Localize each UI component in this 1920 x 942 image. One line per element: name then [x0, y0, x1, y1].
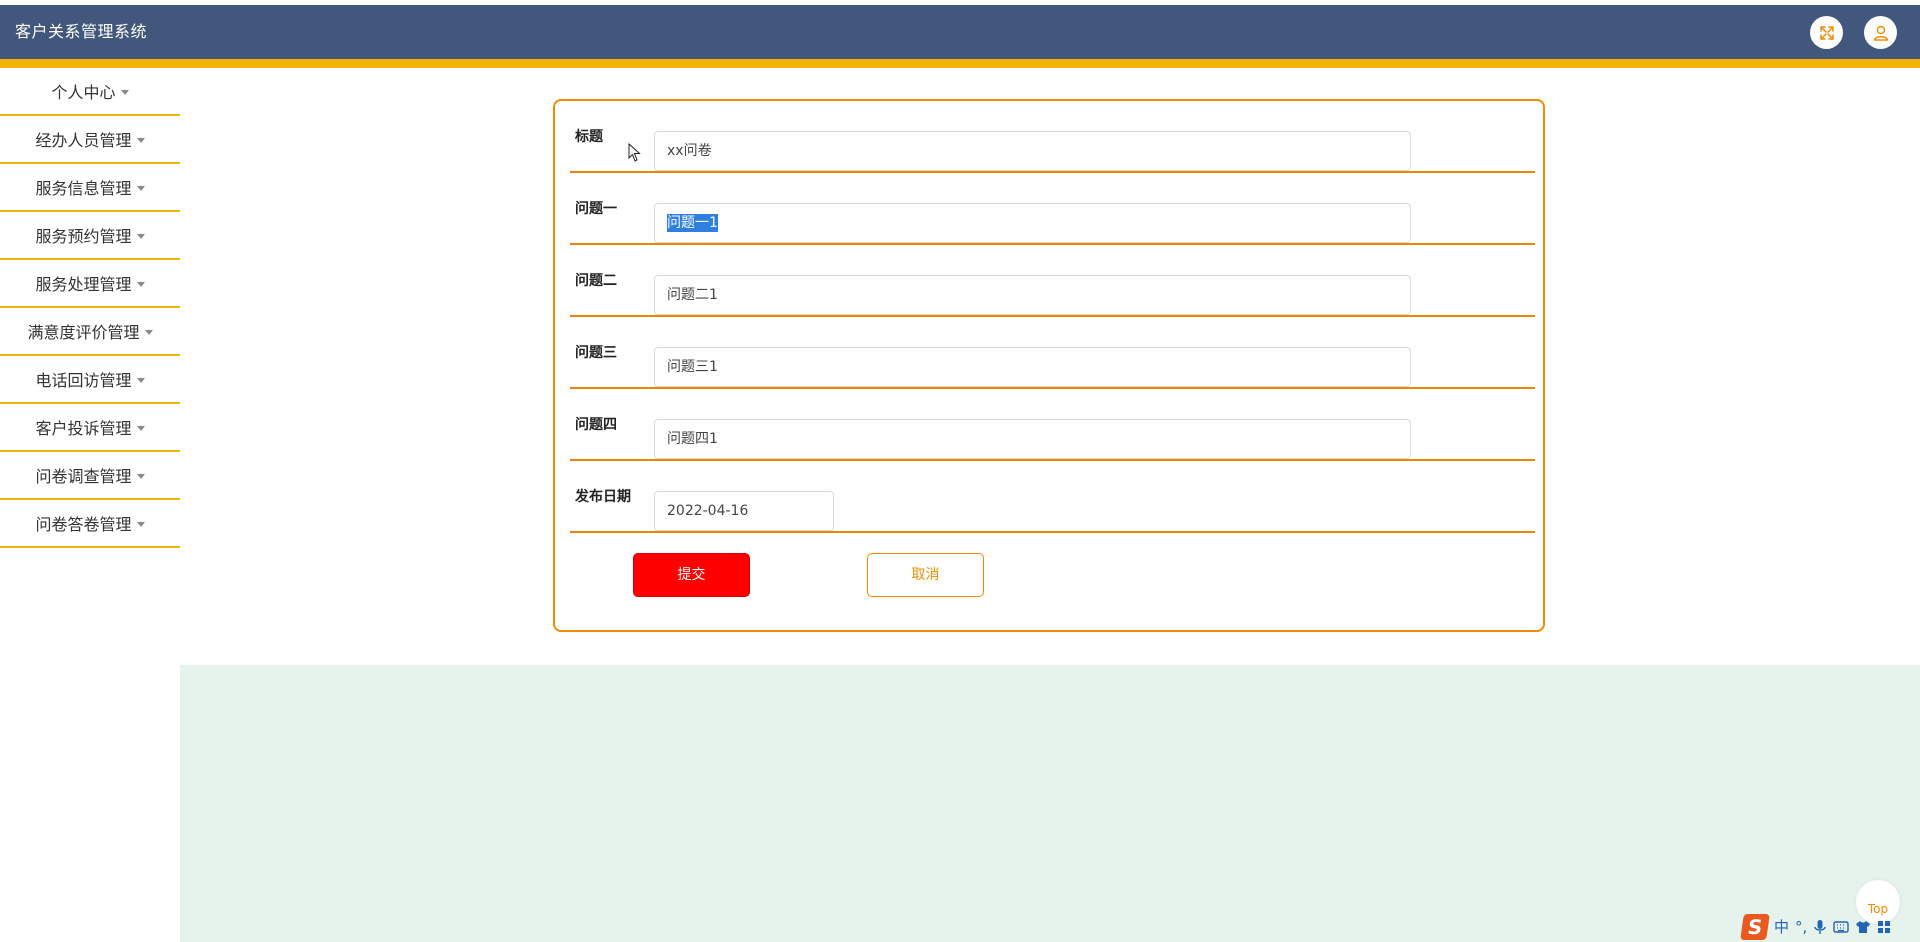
form-row-question-3: 问题三 问题三1 — [570, 317, 1535, 389]
form-row-question-2: 问题二 问题二1 — [570, 245, 1535, 317]
sidebar-item-survey-answers[interactable]: 问卷答卷管理 — [0, 500, 180, 548]
sidebar-item-label: 服务信息管理 — [35, 179, 132, 198]
sidebar-item-label: 经办人员管理 — [35, 131, 132, 150]
sidebar-item-label: 个人中心 — [51, 83, 116, 102]
field-label: 问题二 — [575, 273, 617, 289]
cancel-button[interactable]: 取消 — [867, 553, 984, 597]
sidebar-item-service-booking[interactable]: 服务预约管理 — [0, 212, 180, 260]
field-label: 问题一 — [575, 201, 617, 217]
form-row-question-1: 问题一 问题一1 — [570, 173, 1535, 245]
user-button[interactable] — [1864, 16, 1897, 49]
title-input[interactable]: xx问卷 — [654, 131, 1411, 171]
keyboard-icon[interactable] — [1833, 920, 1849, 934]
question-3-input[interactable]: 问题三1 — [654, 347, 1411, 387]
sidebar-item-label: 问卷调查管理 — [35, 467, 132, 486]
question-4-input[interactable]: 问题四1 — [654, 419, 1411, 459]
mouse-cursor-icon — [628, 143, 641, 162]
chevron-down-icon — [120, 89, 129, 95]
field-label: 标题 — [575, 129, 603, 145]
sidebar-item-label: 服务预约管理 — [35, 227, 132, 246]
question-2-input[interactable]: 问题二1 — [654, 275, 1411, 315]
sidebar: 个人中心 经办人员管理 服务信息管理 服务预约管理 服务处理管理 满意度评价管理… — [0, 68, 180, 548]
survey-form: 标题 xx问卷 问题一 问题一1 问题二 问题二1 问题三 问题三1 问题四 问… — [553, 99, 1545, 632]
app-header: 客户关系管理系统 — [0, 5, 1920, 59]
chevron-down-icon — [144, 329, 153, 335]
app-title: 客户关系管理系统 — [15, 22, 148, 41]
ime-mode-toggle[interactable]: 中 — [1774, 916, 1789, 937]
sidebar-item-survey[interactable]: 问卷调查管理 — [0, 452, 180, 500]
sidebar-item-personal-center[interactable]: 个人中心 — [0, 68, 180, 116]
form-row-question-4: 问题四 问题四1 — [570, 389, 1535, 461]
publish-date-input[interactable]: 2022-04-16 — [654, 491, 834, 531]
chevron-down-icon — [136, 521, 145, 527]
sidebar-item-satisfaction[interactable]: 满意度评价管理 — [0, 308, 180, 356]
submit-button[interactable]: 提交 — [633, 553, 750, 597]
microphone-icon[interactable] — [1813, 919, 1827, 935]
sogou-logo-icon[interactable]: S — [1740, 913, 1770, 940]
header-accent-bar — [0, 59, 1920, 68]
sidebar-item-service-handling[interactable]: 服务处理管理 — [0, 260, 180, 308]
chevron-down-icon — [136, 137, 145, 143]
user-icon — [1873, 25, 1888, 41]
ime-punctuation-toggle[interactable]: °, — [1795, 918, 1807, 936]
sidebar-item-phone-callback[interactable]: 电话回访管理 — [0, 356, 180, 404]
sidebar-item-complaints[interactable]: 客户投诉管理 — [0, 404, 180, 452]
field-label: 发布日期 — [575, 489, 631, 505]
chevron-down-icon — [136, 281, 145, 287]
fullscreen-button[interactable] — [1810, 16, 1843, 49]
chevron-down-icon — [136, 377, 145, 383]
sidebar-item-service-info[interactable]: 服务信息管理 — [0, 164, 180, 212]
sidebar-item-staff-management[interactable]: 经办人员管理 — [0, 116, 180, 164]
form-row-title: 标题 xx问卷 — [570, 101, 1535, 173]
sidebar-item-label: 服务处理管理 — [35, 275, 132, 294]
sidebar-item-label: 问卷答卷管理 — [35, 515, 132, 534]
question-1-input[interactable]: 问题一1 — [654, 203, 1411, 243]
chevron-down-icon — [136, 425, 145, 431]
selected-text: 问题一1 — [667, 214, 718, 232]
ime-toolbar: S 中 °, — [1740, 911, 1920, 942]
sidebar-item-label: 客户投诉管理 — [35, 419, 132, 438]
content-background — [180, 665, 1920, 942]
form-row-publish-date: 发布日期 2022-04-16 — [570, 461, 1535, 533]
chevron-down-icon — [136, 185, 145, 191]
skin-shirt-icon[interactable] — [1855, 920, 1871, 934]
sidebar-item-label: 电话回访管理 — [35, 371, 132, 390]
chevron-down-icon — [136, 473, 145, 479]
field-label: 问题四 — [575, 417, 617, 433]
fullscreen-icon — [1819, 25, 1834, 40]
toolbox-grid-icon[interactable] — [1877, 920, 1891, 934]
sidebar-item-label: 满意度评价管理 — [27, 323, 140, 342]
field-label: 问题三 — [575, 345, 617, 361]
chevron-down-icon — [136, 233, 145, 239]
